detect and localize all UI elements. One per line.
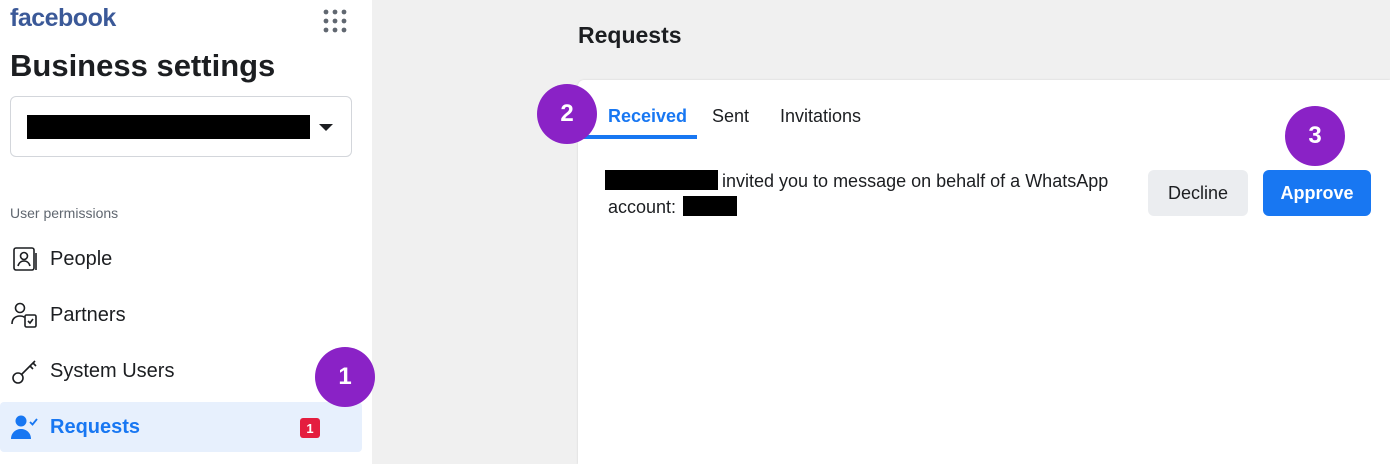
sidebar-item-people[interactable]: People xyxy=(0,234,362,284)
redacted-account-id xyxy=(683,196,738,216)
caret-down-icon xyxy=(319,124,333,131)
page-title: Business settings xyxy=(10,48,276,83)
sidebar: facebook Business settings User permissi… xyxy=(0,0,372,464)
request-message: invited you to message on behalf of a Wh… xyxy=(722,171,1109,191)
redacted-sender-name xyxy=(605,170,718,190)
partners-icon xyxy=(10,300,40,330)
sidebar-item-system-users[interactable]: System Users xyxy=(0,346,362,396)
sidebar-item-label: Partners xyxy=(50,303,126,326)
user-check-icon xyxy=(10,412,40,442)
redacted-account-name xyxy=(27,115,310,139)
notification-badge: 1 xyxy=(300,418,320,438)
requests-panel: Received Sent Invitations invited you to… xyxy=(578,80,1390,464)
business-account-dropdown[interactable] xyxy=(10,96,352,157)
facebook-logo[interactable]: facebook xyxy=(10,4,116,33)
sidebar-item-label: System Users xyxy=(50,359,175,382)
sidebar-item-label: Requests xyxy=(50,415,141,438)
key-icon xyxy=(10,356,40,386)
tab-bar: Received Sent Invitations xyxy=(578,80,1390,142)
sidebar-item-requests[interactable]: Requests 1 xyxy=(0,402,362,452)
step-marker-1: 1 xyxy=(315,347,375,407)
step-marker-2: 2 xyxy=(537,84,597,144)
tab-sent[interactable]: Sent xyxy=(712,106,749,127)
sidebar-item-partners[interactable]: Partners xyxy=(0,290,362,340)
step-marker-3: 3 xyxy=(1285,106,1345,166)
tab-invitations[interactable]: Invitations xyxy=(780,106,861,127)
apps-grid-icon[interactable] xyxy=(322,8,348,34)
request-item: invited you to message on behalf of a Wh… xyxy=(605,168,1125,220)
tab-received[interactable]: Received xyxy=(608,106,687,127)
approve-button[interactable]: Approve xyxy=(1263,170,1371,216)
decline-button[interactable]: Decline xyxy=(1148,170,1248,216)
main-title: Requests xyxy=(578,22,682,48)
id-badge-icon xyxy=(10,244,40,274)
section-label: User permissions xyxy=(10,205,119,221)
request-message-account: account: xyxy=(608,197,677,217)
active-tab-indicator xyxy=(579,135,697,139)
sidebar-item-label: People xyxy=(50,247,113,270)
